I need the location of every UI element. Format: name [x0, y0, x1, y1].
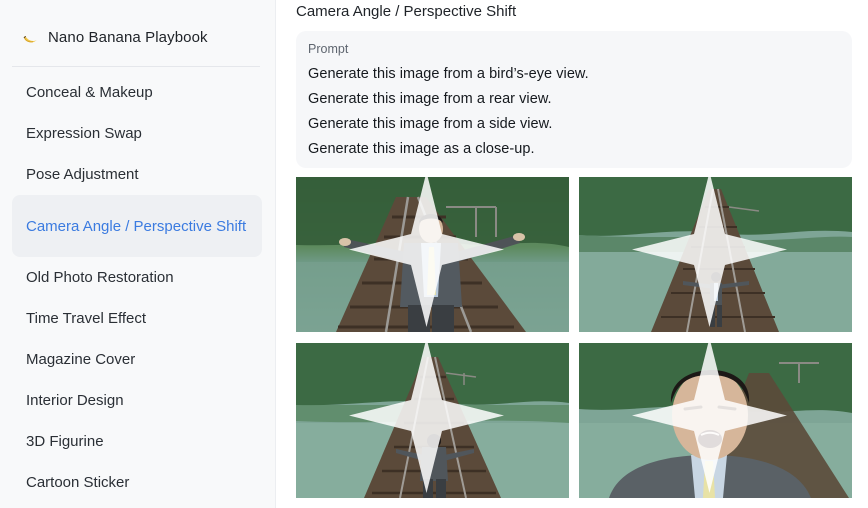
sidebar-nav: Conceal & Makeup Expression Swap Pose Ad…: [12, 72, 262, 503]
sidebar-item-cartoon-sticker[interactable]: Cartoon Sticker: [12, 462, 262, 503]
brand-title: Nano Banana Playbook: [48, 28, 208, 46]
sparkle-icon: [349, 177, 504, 327]
prompt-line: Generate this image from a bird’s-eye vi…: [308, 66, 589, 82]
prompt-line: Generate this image from a rear view.: [308, 91, 552, 107]
sidebar-item-time-travel-effect[interactable]: Time Travel Effect: [12, 298, 262, 339]
prompt-line: Generate this image from a side view.: [308, 116, 553, 132]
section-title: Camera Angle / Perspective Shift: [296, 3, 517, 20]
banana-icon: [22, 28, 40, 46]
main-content: Camera Angle / Perspective Shift Prompt …: [296, 0, 852, 508]
result-image-rear-view[interactable]: [296, 343, 569, 498]
prompt-label: Prompt: [308, 42, 349, 56]
brand[interactable]: Nano Banana Playbook: [22, 28, 208, 46]
sidebar-divider: [12, 66, 260, 67]
sparkle-icon: [349, 343, 504, 493]
sidebar-item-old-photo-restoration[interactable]: Old Photo Restoration: [12, 257, 262, 298]
prompt-line: Generate this image as a close-up.: [308, 141, 535, 157]
result-image-front-view[interactable]: [296, 177, 569, 332]
result-image-close-up[interactable]: [579, 343, 852, 498]
sidebar-item-conceal-makeup[interactable]: Conceal & Makeup: [12, 72, 262, 113]
sidebar-item-expression-swap[interactable]: Expression Swap: [12, 113, 262, 154]
sparkle-icon: [632, 177, 787, 327]
sparkle-icon: [632, 343, 787, 493]
sidebar: Nano Banana Playbook Conceal & Makeup Ex…: [0, 0, 276, 508]
sidebar-item-interior-design[interactable]: Interior Design: [12, 380, 262, 421]
prompt-box: Prompt Generate this image from a bird’s…: [296, 31, 852, 168]
sidebar-item-3d-figurine[interactable]: 3D Figurine: [12, 421, 262, 462]
sidebar-item-camera-angle[interactable]: Camera Angle / Perspective Shift: [12, 195, 262, 257]
sidebar-item-magazine-cover[interactable]: Magazine Cover: [12, 339, 262, 380]
result-image-birds-eye-view[interactable]: [579, 177, 852, 332]
sidebar-item-pose-adjustment[interactable]: Pose Adjustment: [12, 154, 262, 195]
